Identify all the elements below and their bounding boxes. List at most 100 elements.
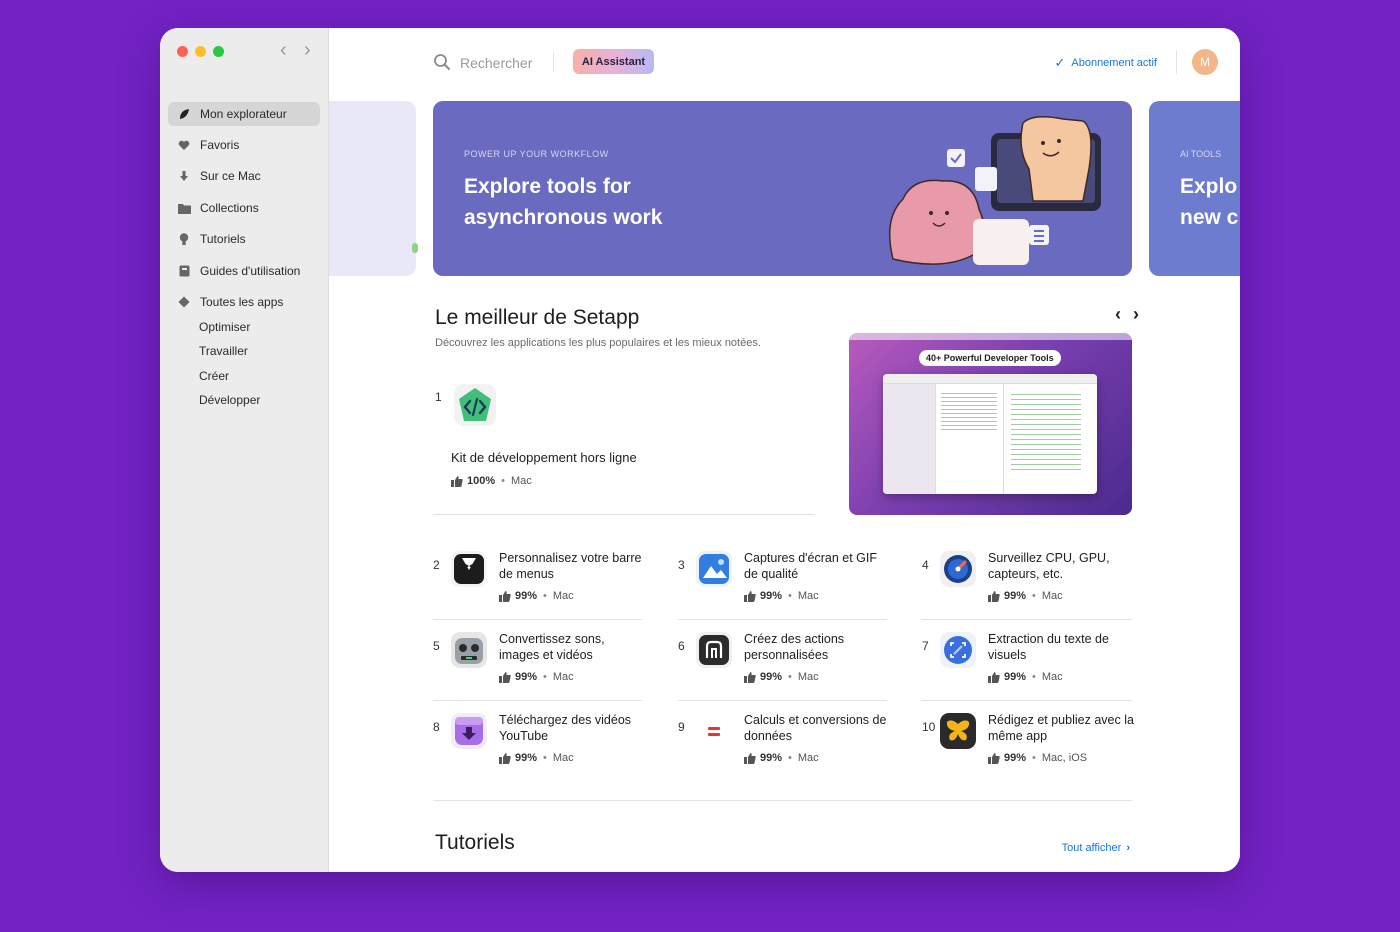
divider	[678, 700, 887, 701]
divider	[922, 619, 1132, 620]
app-name: Extraction du texte de visuels	[988, 632, 1109, 662]
back-arrow-icon[interactable]: ‹	[280, 40, 287, 60]
sidebar-item-label: Mon explorateur	[200, 107, 287, 121]
preview-caption: 40+ Powerful Developer Tools	[919, 350, 1061, 366]
app-name: Surveillez CPU, GPU, capteurs, etc.	[988, 551, 1110, 581]
sidebar-item-guides[interactable]: Guides d'utilisation	[168, 259, 320, 283]
sidebar-item-mon-explorateur[interactable]: Mon explorateur	[168, 102, 320, 126]
app-rating: 99%	[1004, 671, 1027, 683]
preview-menubar	[849, 333, 1132, 340]
featured-app-name[interactable]: Kit de développement hors ligne	[451, 450, 637, 465]
sidebar-sub-item-optimiser[interactable]: Optimiser	[199, 320, 250, 334]
search-input[interactable]: Rechercher	[460, 55, 532, 71]
banner-illustration	[888, 116, 1101, 265]
folder-icon	[177, 201, 191, 215]
thumbs-up-icon	[451, 475, 463, 487]
main-content: Rechercher AI Assistant ✓ Abonnement act…	[329, 28, 1240, 872]
dev-kit-icon[interactable]	[453, 383, 497, 427]
tutorials-title: Tutoriels	[435, 831, 515, 854]
forward-arrow-icon[interactable]: ›	[304, 40, 311, 60]
app-rating: 99%	[515, 590, 538, 602]
app-rank: 4	[922, 558, 929, 572]
sidebar-item-tutoriels[interactable]: Tutoriels	[168, 227, 320, 251]
app-rating: 99%	[515, 752, 538, 764]
banner-next-title-line1: Explo	[1180, 175, 1238, 198]
meta-separator: •	[788, 671, 792, 683]
app-rating: 99%	[1004, 590, 1027, 602]
list-item[interactable]: 9 Calculs et conversions de données 99% •…	[678, 707, 888, 787]
preview-code-left	[941, 390, 997, 430]
preview-window-separator	[935, 384, 936, 494]
minimize-window-button[interactable]	[195, 46, 206, 57]
app-platform: Mac	[797, 671, 819, 683]
preview-window	[883, 374, 1097, 494]
sidebar-item-favoris[interactable]: Favoris	[168, 133, 320, 157]
preview-window-toolbar	[883, 374, 1097, 384]
app-rating: 99%	[1004, 752, 1027, 764]
app-rank: 5	[433, 639, 440, 653]
avatar[interactable]: M	[1192, 49, 1218, 75]
search-icon[interactable]	[433, 53, 451, 71]
sidebar-sub-item-developper[interactable]: Développer	[199, 393, 260, 407]
section-subtitle: Découvrez les applications les plus popu…	[435, 337, 761, 349]
banner-next[interactable]: AI TOOLS Explo new c	[1149, 101, 1240, 276]
subscription-status-label: Abonnement actif	[1071, 57, 1157, 69]
app-name: Calculs et conversions de données	[744, 713, 887, 743]
banner-previous[interactable]	[329, 101, 418, 276]
list-item[interactable]: 6 Créez des actions personnalisées 99% • M…	[678, 626, 888, 706]
app-rating: 99%	[760, 671, 783, 683]
subscription-status[interactable]: ✓ Abonnement actif	[1054, 55, 1157, 71]
app-rank: 7	[922, 639, 929, 653]
command-icon	[696, 632, 732, 668]
list-item[interactable]: 8 Téléchargez des vidéos YouTube 99% • Mac	[433, 707, 643, 787]
chevron-right-icon: ›	[1126, 842, 1130, 854]
app-platform: Mac	[797, 590, 819, 602]
hero-banner[interactable]: POWER UP YOUR WORKFLOW Explore tools for…	[433, 101, 1132, 276]
guide-book-icon	[177, 264, 191, 278]
sidebar-item-collections[interactable]: Collections	[168, 196, 320, 220]
list-item[interactable]: 10 Rédigez et publiez avec la même app 9…	[922, 707, 1134, 787]
list-item[interactable]: 5 Convertissez sons, images et vidéos 99…	[433, 626, 643, 706]
butterfly-icon	[940, 713, 976, 749]
featured-rating: 100%	[467, 475, 496, 487]
meta-separator: •	[543, 590, 547, 602]
featured-platform: Mac	[511, 475, 532, 487]
robot-icon	[451, 632, 487, 668]
featured-preview-image[interactable]: 40+ Powerful Developer Tools	[849, 333, 1132, 515]
meta-separator: •	[788, 752, 792, 764]
thumbs-up-icon	[744, 671, 756, 683]
divider	[922, 700, 1132, 701]
list-item[interactable]: 7 Extraction du texte de visuels 99% • Mac	[922, 626, 1132, 706]
chevron-left-icon[interactable]: ‹	[1115, 304, 1121, 325]
section-title: Le meilleur de Setapp	[435, 306, 640, 329]
divider	[433, 514, 815, 515]
preview-window-separator	[1003, 384, 1004, 494]
app-window: ‹ › Mon explorateur Favoris Sur ce Mac C…	[160, 28, 1240, 872]
ai-assistant-button[interactable]: AI Assistant	[573, 49, 654, 74]
close-window-button[interactable]	[177, 46, 188, 57]
list-item[interactable]: 3 Captures d'écran et GIF de qualité 99%…	[678, 545, 888, 625]
sidebar-item-sur-ce-mac[interactable]: Sur ce Mac	[168, 164, 320, 188]
app-name: Téléchargez des vidéos YouTube	[499, 713, 632, 743]
sidebar-item-label: Toutes les apps	[200, 295, 284, 309]
see-all-link[interactable]: Tout afficher ›	[1062, 842, 1130, 854]
banner-next-eyebrow: AI TOOLS	[1180, 149, 1222, 159]
sidebar-sub-item-travailler[interactable]: Travailler	[199, 344, 248, 358]
app-meta: 99% • Mac	[499, 671, 574, 683]
screenshot-icon	[696, 551, 732, 587]
sidebar-sub-item-creer[interactable]: Créer	[199, 369, 229, 383]
thumbs-up-icon	[988, 752, 1000, 764]
banner-previous-art	[412, 243, 418, 253]
app-meta: 99% • Mac	[744, 590, 819, 602]
chevron-right-icon[interactable]: ›	[1133, 304, 1139, 325]
list-item[interactable]: 4 Surveillez CPU, GPU, capteurs, etc. 99…	[922, 545, 1132, 625]
list-item[interactable]: 2 Personnalisez votre barre de menus 99%…	[433, 545, 643, 625]
app-platform: Mac	[552, 671, 574, 683]
app-rating: 99%	[760, 752, 783, 764]
see-all-label: Tout afficher	[1061, 842, 1122, 854]
meta-separator: •	[543, 752, 547, 764]
zoom-window-button[interactable]	[213, 46, 224, 57]
sidebar-item-toutes-les-apps[interactable]: Toutes les apps	[168, 290, 320, 314]
section-pager: ‹ ›	[1115, 304, 1139, 325]
thumbs-up-icon	[744, 590, 756, 602]
